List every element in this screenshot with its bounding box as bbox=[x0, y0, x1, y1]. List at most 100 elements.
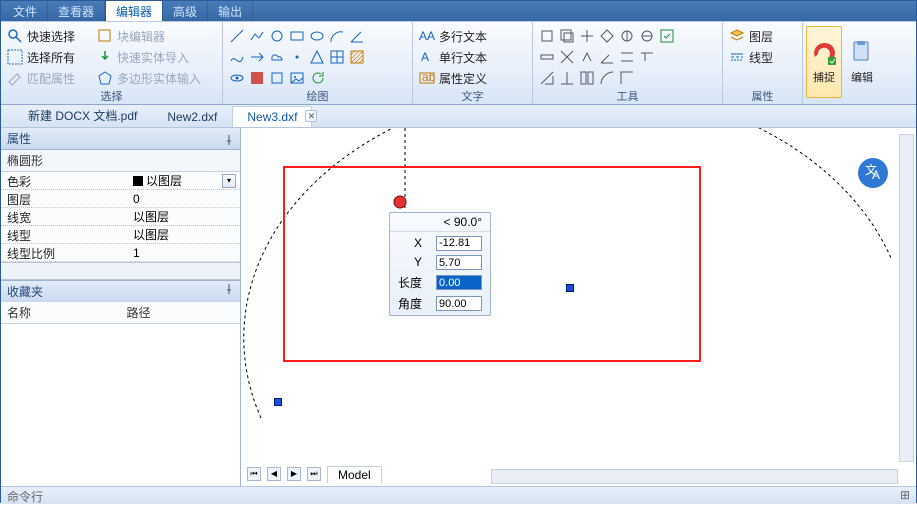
prop-category[interactable]: 椭圆形 bbox=[1, 150, 240, 172]
pin-icon[interactable] bbox=[224, 134, 234, 144]
layers-button[interactable]: 图层 bbox=[749, 28, 773, 45]
block-editor-button[interactable]: 块编辑器 bbox=[117, 28, 165, 45]
t15-icon[interactable] bbox=[559, 70, 575, 86]
vertical-scrollbar[interactable] bbox=[899, 134, 914, 462]
coord-y-input[interactable] bbox=[436, 255, 482, 270]
titletab-2[interactable]: 编辑器 bbox=[105, 0, 163, 21]
prop-row[interactable]: 色彩 以图层▾ bbox=[1, 172, 240, 190]
model-tab[interactable]: Model bbox=[327, 466, 382, 483]
tab-nav-next[interactable]: ▶ bbox=[287, 467, 301, 481]
group-tools-label: 工具 bbox=[539, 88, 716, 105]
prop-row[interactable]: 图层0 bbox=[1, 190, 240, 208]
prop-row[interactable]: 线型比例1 bbox=[1, 244, 240, 262]
refresh-icon[interactable] bbox=[309, 70, 325, 86]
select-all-button[interactable]: 选择所有 bbox=[27, 49, 75, 66]
match-props-button[interactable]: 匹配属性 bbox=[27, 70, 75, 87]
titletab-4[interactable]: 输出 bbox=[208, 1, 253, 21]
stext-button[interactable]: 单行文本 bbox=[439, 49, 487, 66]
horizontal-scrollbar[interactable] bbox=[491, 469, 898, 484]
favorites-list bbox=[1, 324, 240, 486]
t11-icon[interactable] bbox=[599, 49, 615, 65]
coord-x-input[interactable] bbox=[436, 236, 482, 251]
color-fill-icon[interactable] bbox=[249, 70, 265, 86]
capture-button[interactable]: 捕捉 bbox=[806, 26, 842, 98]
point-icon[interactable] bbox=[289, 49, 305, 65]
translate-fab-icon[interactable]: 文A bbox=[858, 158, 888, 188]
doc-tab-1[interactable]: New2.dxf bbox=[152, 106, 232, 127]
coord-float-box[interactable]: < 90.0° X Y 长度 角度 bbox=[389, 212, 491, 316]
t9-icon[interactable] bbox=[559, 49, 575, 65]
t18-icon[interactable] bbox=[619, 70, 635, 86]
t2-icon[interactable] bbox=[559, 28, 575, 44]
titlebar-tabs: 文件 查看器 编辑器 高级 输出 bbox=[1, 1, 916, 21]
spline-icon[interactable] bbox=[229, 49, 245, 65]
close-tab-icon[interactable]: ✕ bbox=[305, 110, 317, 122]
linetype-button[interactable]: 线型 bbox=[749, 49, 773, 66]
length-input[interactable] bbox=[436, 275, 482, 290]
titletab-3[interactable]: 高级 bbox=[163, 1, 208, 21]
arc-icon[interactable] bbox=[329, 28, 345, 44]
image-icon[interactable] bbox=[289, 70, 305, 86]
circle-icon[interactable] bbox=[269, 28, 285, 44]
quick-import-icon bbox=[97, 49, 113, 65]
canvas[interactable]: < 90.0° X Y 长度 角度 文A ⏮ ◀ ▶ ⏭ Model bbox=[241, 128, 916, 486]
ellipse-icon[interactable] bbox=[309, 28, 325, 44]
fav-col-path[interactable]: 路径 bbox=[121, 302, 241, 323]
t5-icon[interactable] bbox=[619, 28, 635, 44]
t8-icon[interactable] bbox=[539, 49, 555, 65]
angle-input[interactable] bbox=[436, 296, 482, 311]
angle-icon[interactable] bbox=[349, 28, 365, 44]
titletab-1[interactable]: 查看器 bbox=[48, 1, 105, 21]
quick-import-button[interactable]: 快速实体导入 bbox=[117, 49, 189, 66]
quick-select-button[interactable]: 快速选择 bbox=[27, 28, 75, 45]
polyline-icon[interactable] bbox=[249, 28, 265, 44]
t14-icon[interactable] bbox=[539, 70, 555, 86]
line-icon[interactable] bbox=[229, 28, 245, 44]
command-line[interactable]: 命令行 ⊞ bbox=[1, 486, 916, 504]
tab-nav-last[interactable]: ⏭ bbox=[307, 467, 321, 481]
favorites-panel: 收藏夹 名称 路径 bbox=[1, 280, 240, 486]
prop-row[interactable]: 线宽以图层 bbox=[1, 208, 240, 226]
linetype-icon bbox=[729, 49, 745, 65]
tri-icon[interactable] bbox=[309, 49, 325, 65]
hatch-icon[interactable] bbox=[349, 49, 365, 65]
t16-icon[interactable] bbox=[579, 70, 595, 86]
layers-icon bbox=[729, 28, 745, 44]
t13-icon[interactable] bbox=[639, 49, 655, 65]
match-props-icon bbox=[7, 70, 23, 86]
edit-button[interactable]: 编辑 bbox=[844, 26, 880, 98]
t4-icon[interactable] bbox=[599, 28, 615, 44]
attrdef-button[interactable]: 属性定义 bbox=[439, 70, 487, 87]
t6-icon[interactable] bbox=[639, 28, 655, 44]
t1-icon[interactable] bbox=[539, 28, 555, 44]
cmdline-expand-icon[interactable]: ⊞ bbox=[900, 488, 910, 503]
fav-col-name[interactable]: 名称 bbox=[1, 302, 121, 323]
ray-icon[interactable] bbox=[249, 49, 265, 65]
mtext-button[interactable]: 多行文本 bbox=[439, 28, 487, 45]
attrdef-icon: ab bbox=[419, 70, 435, 86]
pin-icon[interactable] bbox=[224, 283, 234, 293]
rect-icon[interactable] bbox=[289, 28, 305, 44]
float-angle-header: < 90.0° bbox=[390, 213, 490, 232]
quick-select-icon bbox=[7, 28, 23, 44]
prop-row[interactable]: 线型以图层 bbox=[1, 226, 240, 244]
t17-icon[interactable] bbox=[599, 70, 615, 86]
handle[interactable] bbox=[274, 398, 282, 406]
titletab-0[interactable]: 文件 bbox=[3, 1, 48, 21]
tab-nav-first[interactable]: ⏮ bbox=[247, 467, 261, 481]
grid-icon[interactable] bbox=[329, 49, 345, 65]
block-editor-icon bbox=[97, 28, 113, 44]
cloud-icon[interactable] bbox=[269, 49, 285, 65]
t3-icon[interactable] bbox=[579, 28, 595, 44]
props-panel-header[interactable]: 属性 bbox=[1, 128, 240, 150]
doc-tab-0[interactable]: 新建 DOCX 文档.pdf bbox=[13, 103, 152, 127]
t12-icon[interactable] bbox=[619, 49, 635, 65]
sq-icon[interactable] bbox=[269, 70, 285, 86]
t7-icon[interactable] bbox=[659, 28, 675, 44]
t10-icon[interactable] bbox=[579, 49, 595, 65]
tab-nav-prev[interactable]: ◀ bbox=[267, 467, 281, 481]
eye-icon[interactable] bbox=[229, 70, 245, 86]
doc-tab-2[interactable]: New3.dxf✕ bbox=[232, 106, 312, 127]
polygon-input-button[interactable]: 多边形实体输入 bbox=[117, 70, 201, 87]
dropdown-icon[interactable]: ▾ bbox=[222, 174, 236, 188]
